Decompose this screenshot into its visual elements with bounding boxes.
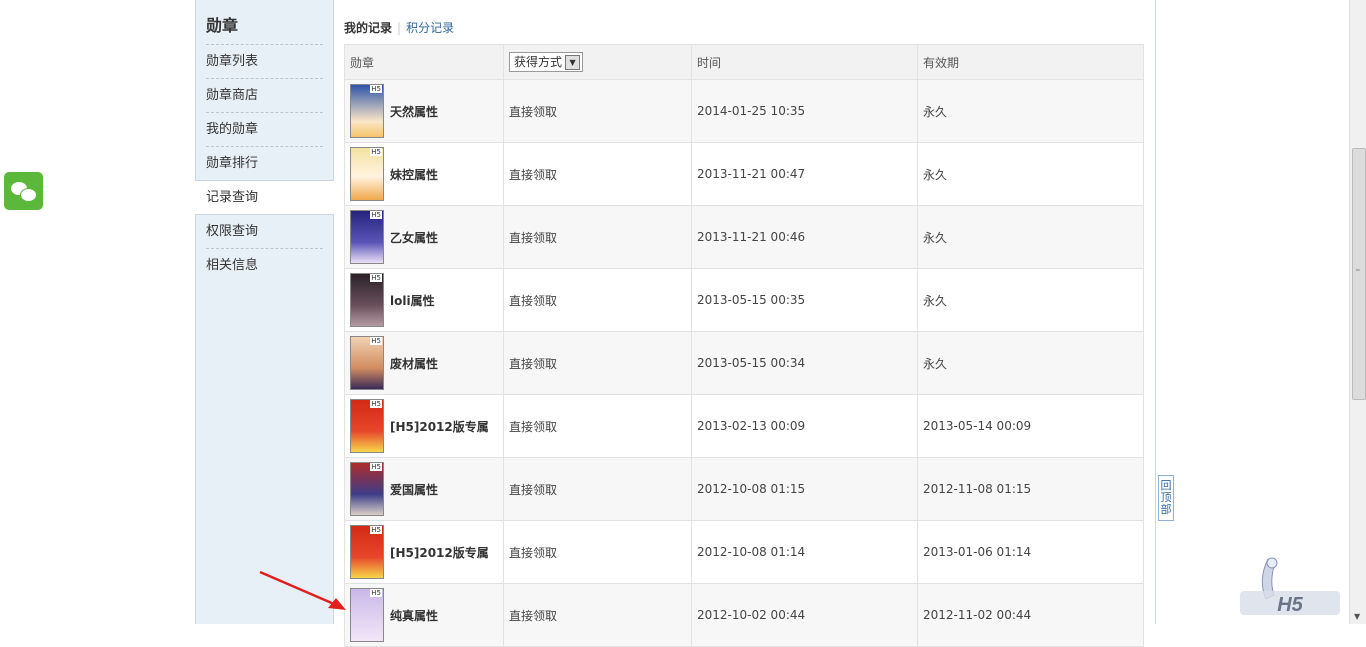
medal-name: [H5]2012版专属 (390, 419, 489, 434)
scrollbar-thumb[interactable]: ═ (1352, 148, 1366, 400)
table-row: H5 妹控属性 直接领取 2013-11-21 00:47 永久 (344, 142, 1144, 206)
medal-name: 废材属性 (390, 356, 439, 371)
time-cell: 2013-11-21 00:47 (691, 142, 918, 206)
medal-image[interactable]: H5 (350, 588, 384, 642)
svg-text:H5: H5 (1277, 594, 1303, 616)
medal-image[interactable]: H5 (350, 336, 384, 390)
validity-cell: 2013-01-06 01:14 (917, 520, 1144, 584)
table-row: H5 [H5]2012版专属 直接领取 2012-10-08 01:14 2013… (344, 520, 1144, 584)
method-cell: 直接领取 (503, 205, 692, 269)
sidebar-item-medal-shop[interactable]: 勋章商店 (206, 78, 323, 112)
medal-image[interactable]: H5 (350, 84, 384, 138)
sidebar-item-my-medals[interactable]: 我的勋章 (206, 112, 323, 146)
sidebar-item-permission-query[interactable]: 权限查询 (206, 215, 323, 248)
method-filter-select[interactable]: 获得方式 ▼ (509, 52, 584, 72)
sidebar-item-related-info[interactable]: 相关信息 (206, 248, 323, 282)
method-cell: 直接领取 (503, 142, 692, 206)
validity-cell: 永久 (917, 205, 1144, 269)
header-method: 获得方式 ▼ (503, 44, 692, 80)
main-content: 我的记录 | 积分记录 勋章 获得方式 ▼ 时间 有效期 H5 天然属性 直接领取 20… (344, 0, 1144, 647)
validity-cell: 2013-05-14 00:09 (917, 394, 1144, 458)
chevron-down-icon: ▼ (565, 55, 581, 70)
medal-name: [H5]2012版专属 (390, 545, 489, 560)
method-cell: 直接领取 (503, 331, 692, 395)
table-row: H5 废材属性 直接领取 2013-05-15 00:34 永久 (344, 331, 1144, 395)
header-time: 时间 (691, 44, 918, 80)
records-table: 勋章 获得方式 ▼ 时间 有效期 H5 天然属性 直接领取 2014-01-25 1… (344, 44, 1144, 647)
medal-image[interactable]: H5 (350, 399, 384, 453)
annotation-arrow-icon (259, 570, 346, 610)
medal-image[interactable]: H5 (350, 462, 384, 516)
method-cell: 直接领取 (503, 583, 692, 647)
table-row: H5 纯真属性 直接领取 2012-10-02 00:44 2012-11-02 … (344, 583, 1144, 647)
page-scrollbar[interactable]: ═ ▼ (1349, 0, 1366, 624)
method-cell: 直接领取 (503, 268, 692, 332)
tab-my-records[interactable]: 我的记录 (344, 21, 392, 35)
validity-cell: 永久 (917, 79, 1144, 143)
method-cell: 直接领取 (503, 394, 692, 458)
sidebar-item-medal-ranking[interactable]: 勋章排行 (206, 146, 323, 180)
sidebar-menu: 勋章列表 勋章商店 我的勋章 勋章排行 记录查询 权限查询 相关信息 (195, 44, 334, 282)
back-to-top-button[interactable]: 回顶部 (1158, 475, 1174, 521)
time-cell: 2013-02-13 00:09 (691, 394, 918, 458)
method-cell: 直接领取 (503, 520, 692, 584)
validity-cell: 永久 (917, 268, 1144, 332)
validity-cell: 2012-11-02 00:44 (917, 583, 1144, 647)
medal-name: 乙女属性 (390, 230, 439, 245)
page-container: 勋章 勋章列表 勋章商店 我的勋章 勋章排行 记录查询 权限查询 相关信息 我的… (195, 0, 1156, 647)
time-cell: 2013-11-21 00:46 (691, 205, 918, 269)
sidebar-item-medal-list[interactable]: 勋章列表 (206, 44, 323, 78)
time-cell: 2012-10-02 00:44 (691, 583, 918, 647)
sidebar: 勋章 勋章列表 勋章商店 我的勋章 勋章排行 记录查询 权限查询 相关信息 (195, 0, 334, 624)
scroll-down-icon[interactable]: ▼ (1354, 612, 1360, 621)
medal-image[interactable]: H5 (350, 147, 384, 201)
medal-image[interactable]: H5 (350, 525, 384, 579)
medal-name: 妹控属性 (390, 167, 439, 182)
medal-name: 天然属性 (390, 104, 439, 119)
time-cell: 2012-10-08 01:14 (691, 520, 918, 584)
header-medal: 勋章 (344, 44, 504, 80)
sidebar-title: 勋章 (206, 16, 239, 35)
time-cell: 2013-05-15 00:35 (691, 268, 918, 332)
table-row: H5 [H5]2012版专属 直接领取 2013-02-13 00:09 2013… (344, 394, 1144, 458)
time-cell: 2013-05-15 00:34 (691, 331, 918, 395)
validity-cell: 2012-11-08 01:15 (917, 457, 1144, 521)
wechat-share-button[interactable] (4, 172, 43, 210)
header-validity: 有效期 (917, 44, 1144, 80)
medal-image[interactable]: H5 (350, 273, 384, 327)
medal-name: 爱国属性 (390, 482, 439, 497)
table-row: H5 乙女属性 直接领取 2013-11-21 00:46 永久 (344, 205, 1144, 269)
table-header-row: 勋章 获得方式 ▼ 时间 有效期 (344, 44, 1144, 80)
site-watermark-logo: H5 (1240, 557, 1340, 616)
validity-cell: 永久 (917, 142, 1144, 206)
tab-points-records[interactable]: 积分记录 (406, 21, 454, 35)
table-row: H5 天然属性 直接领取 2014-01-25 10:35 永久 (344, 79, 1144, 143)
validity-cell: 永久 (917, 331, 1144, 395)
record-tabs: 我的记录 | 积分记录 (344, 21, 455, 35)
method-cell: 直接领取 (503, 79, 692, 143)
medal-name: loli属性 (390, 293, 435, 308)
medal-image[interactable]: H5 (350, 210, 384, 264)
time-cell: 2012-10-08 01:15 (691, 457, 918, 521)
method-cell: 直接领取 (503, 457, 692, 521)
medal-name: 纯真属性 (390, 608, 439, 623)
table-row: H5 loli属性 直接领取 2013-05-15 00:35 永久 (344, 268, 1144, 332)
time-cell: 2014-01-25 10:35 (691, 79, 918, 143)
table-row: H5 爱国属性 直接领取 2012-10-08 01:15 2012-11-08 … (344, 457, 1144, 521)
sidebar-item-record-query[interactable]: 记录查询 (195, 180, 334, 215)
